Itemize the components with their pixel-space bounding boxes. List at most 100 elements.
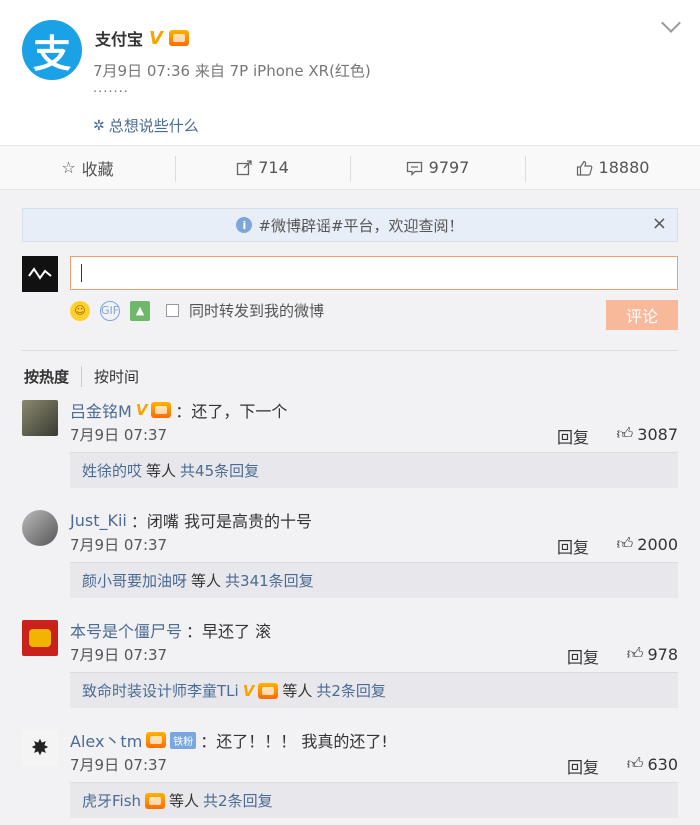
sparkle-icon: ✲ — [93, 117, 105, 134]
author-name[interactable]: 支付宝 — [95, 26, 143, 50]
reply-summary[interactable]: 虎牙Fish 等人 共2条回复 — [70, 782, 678, 818]
comment-like-count: 2000 — [637, 534, 678, 554]
comment-like-button[interactable]: 👍︎ 630 — [627, 754, 678, 774]
comment-item: 本号是个僵尸号 ：早还了 滚 7月9日 07:37 回复 👍︎ 978 致命时装… — [0, 612, 700, 722]
tab-sort-hot[interactable]: 按热度 — [24, 366, 83, 387]
comment-text: ：还了！！！ 我真的还了! — [200, 732, 388, 751]
comment-item: ✸ Alex丶tm 铁粉 ：还了！！！ 我真的还了! 7月9日 07:37 回复… — [0, 722, 700, 825]
star-icon: ☆ — [61, 158, 76, 177]
reply-user[interactable]: 致命时装设计师李童TLi — [82, 680, 239, 701]
reply-total-link[interactable]: 共45条回复 — [180, 460, 259, 481]
post-content: ······· — [93, 85, 129, 100]
member-crown-icon — [168, 30, 189, 46]
avatar-figure-icon: ✸ — [30, 735, 50, 761]
chevron-down-icon[interactable] — [661, 13, 681, 33]
reply-total-link[interactable]: 共2条回复 — [316, 680, 386, 701]
thumbs-up-icon — [576, 160, 592, 176]
gif-icon[interactable]: GIF — [100, 300, 120, 321]
comment-line: 吕金铭M V ：还了，下一个 — [70, 398, 287, 422]
reply-button[interactable]: 回复 — [557, 534, 589, 558]
commenter-name[interactable]: 吕金铭M — [70, 398, 132, 422]
reply-button[interactable]: 回复 — [567, 754, 599, 778]
comment-time: 7月9日 07:37 — [70, 536, 168, 554]
favorite-button[interactable]: ☆ 收藏 — [0, 146, 175, 189]
comment-line: Just_Kii ：闭嘴 我可是高贵的十号 — [70, 508, 312, 532]
say-something-link[interactable]: ✲ 总想说些什么 — [93, 115, 199, 136]
thumbs-up-icon: 👍︎ — [626, 754, 644, 773]
avatar-face-icon — [29, 629, 51, 647]
verified-icon: V — [242, 681, 255, 700]
comment-button[interactable]: 9797 — [350, 146, 525, 189]
tab-sort-time[interactable]: 按时间 — [82, 366, 139, 387]
comment-text: ：闭嘴 我可是高贵的十号 — [130, 512, 312, 531]
reply-user[interactable]: 颜小哥要加油呀 — [82, 570, 187, 591]
reply-total-link[interactable]: 共341条回复 — [225, 570, 314, 591]
like-count: 18880 — [598, 158, 650, 177]
notice-text[interactable]: #微博辟谣#平台，欢迎查阅！ — [258, 215, 463, 236]
reply-total-link[interactable]: 共2条回复 — [203, 790, 273, 811]
comment-count: 9797 — [428, 158, 470, 177]
sort-tabs: 按热度 按时间 — [24, 366, 139, 387]
commenter-name[interactable]: Alex丶tm — [70, 728, 142, 752]
pulse-icon — [28, 267, 52, 280]
commenter-name[interactable]: 本号是个僵尸号 — [70, 618, 182, 642]
reply-user[interactable]: 姓徐的哎 — [82, 460, 142, 481]
comment-section: i #微博辟谣#平台，欢迎查阅！ × ☺ GIF ▲ 同时转发到我的微博 评论 … — [0, 190, 700, 825]
reply-others: 等人 — [169, 792, 200, 810]
thumbs-up-icon: 👍︎ — [616, 534, 634, 553]
reply-button[interactable]: 回复 — [557, 424, 589, 448]
say-something-label: 总想说些什么 — [108, 117, 199, 135]
weibo-post: 支 支付宝 V 7月9日 07:36 来自 7P iPhone XR(红色) ·… — [0, 0, 700, 145]
reply-others: 等人 — [146, 462, 177, 480]
reply-others: 等人 — [282, 682, 313, 700]
author-avatar[interactable]: 支 — [22, 20, 82, 80]
verified-icon: V — [135, 401, 148, 419]
reply-button[interactable]: 回复 — [567, 644, 599, 668]
comment-tools: ☺ GIF ▲ 同时转发到我的微博 — [70, 300, 324, 321]
repost-checkbox[interactable] — [166, 304, 179, 317]
commenter-avatar[interactable]: ✸ — [22, 730, 58, 766]
repost-icon — [237, 159, 252, 175]
repost-button[interactable]: 714 — [175, 146, 350, 189]
member-crown-icon — [146, 732, 167, 748]
member-crown-icon — [145, 792, 166, 809]
text-caret — [81, 264, 82, 282]
comment-input[interactable] — [70, 256, 678, 290]
post-meta: 7月9日 07:36 来自 7P iPhone XR(红色) — [93, 62, 371, 80]
comment-item: 吕金铭M V ：还了，下一个 7月9日 07:37 回复 👍︎ 3087 姓徐的… — [0, 392, 700, 502]
reply-summary[interactable]: 致命时装设计师李童TLi V 等人 共2条回复 — [70, 672, 678, 708]
thumbs-up-icon: 👍︎ — [616, 424, 634, 443]
favorite-label: 收藏 — [81, 159, 114, 179]
submit-comment-button[interactable]: 评论 — [606, 300, 678, 330]
like-button[interactable]: 18880 — [525, 146, 700, 189]
avatar-glyph: 支 — [32, 31, 71, 76]
comment-like-button[interactable]: 👍︎ 3087 — [617, 424, 678, 444]
reply-summary[interactable]: 姓徐的哎 等人 共45条回复 — [70, 452, 678, 488]
divider — [22, 350, 678, 351]
image-icon[interactable]: ▲ — [130, 300, 150, 321]
member-crown-icon — [151, 402, 172, 418]
info-icon: i — [236, 217, 253, 233]
comment-like-button[interactable]: 👍︎ 2000 — [617, 534, 678, 554]
commenter-avatar[interactable] — [22, 510, 58, 546]
comment-text: ：早还了 滚 — [186, 622, 272, 641]
commenter-avatar[interactable] — [22, 400, 58, 436]
commenter-name[interactable]: Just_Kii — [70, 511, 127, 530]
comment-icon — [406, 161, 422, 176]
emoji-icon[interactable]: ☺ — [70, 300, 90, 321]
comment-text: ：还了，下一个 — [175, 402, 288, 421]
post-action-bar: ☆ 收藏 714 9797 18880 — [0, 145, 700, 190]
comment-like-count: 3087 — [637, 424, 678, 444]
reply-others: 等人 — [191, 572, 222, 590]
reply-summary[interactable]: 颜小哥要加油呀 等人 共341条回复 — [70, 562, 678, 598]
comment-like-button[interactable]: 👍︎ 978 — [627, 644, 678, 664]
commenter-avatar[interactable] — [22, 620, 58, 656]
reply-user[interactable]: 虎牙Fish — [82, 790, 141, 811]
comment-line: 本号是个僵尸号 ：早还了 滚 — [70, 618, 271, 642]
my-avatar[interactable] — [22, 256, 58, 292]
close-icon[interactable]: × — [652, 213, 667, 234]
verified-icon: V — [149, 27, 163, 49]
comment-time: 7月9日 07:37 — [70, 756, 168, 774]
comment-item: Just_Kii ：闭嘴 我可是高贵的十号 7月9日 07:37 回复 👍︎ 2… — [0, 502, 700, 612]
thumbs-up-icon: 👍︎ — [626, 644, 644, 663]
